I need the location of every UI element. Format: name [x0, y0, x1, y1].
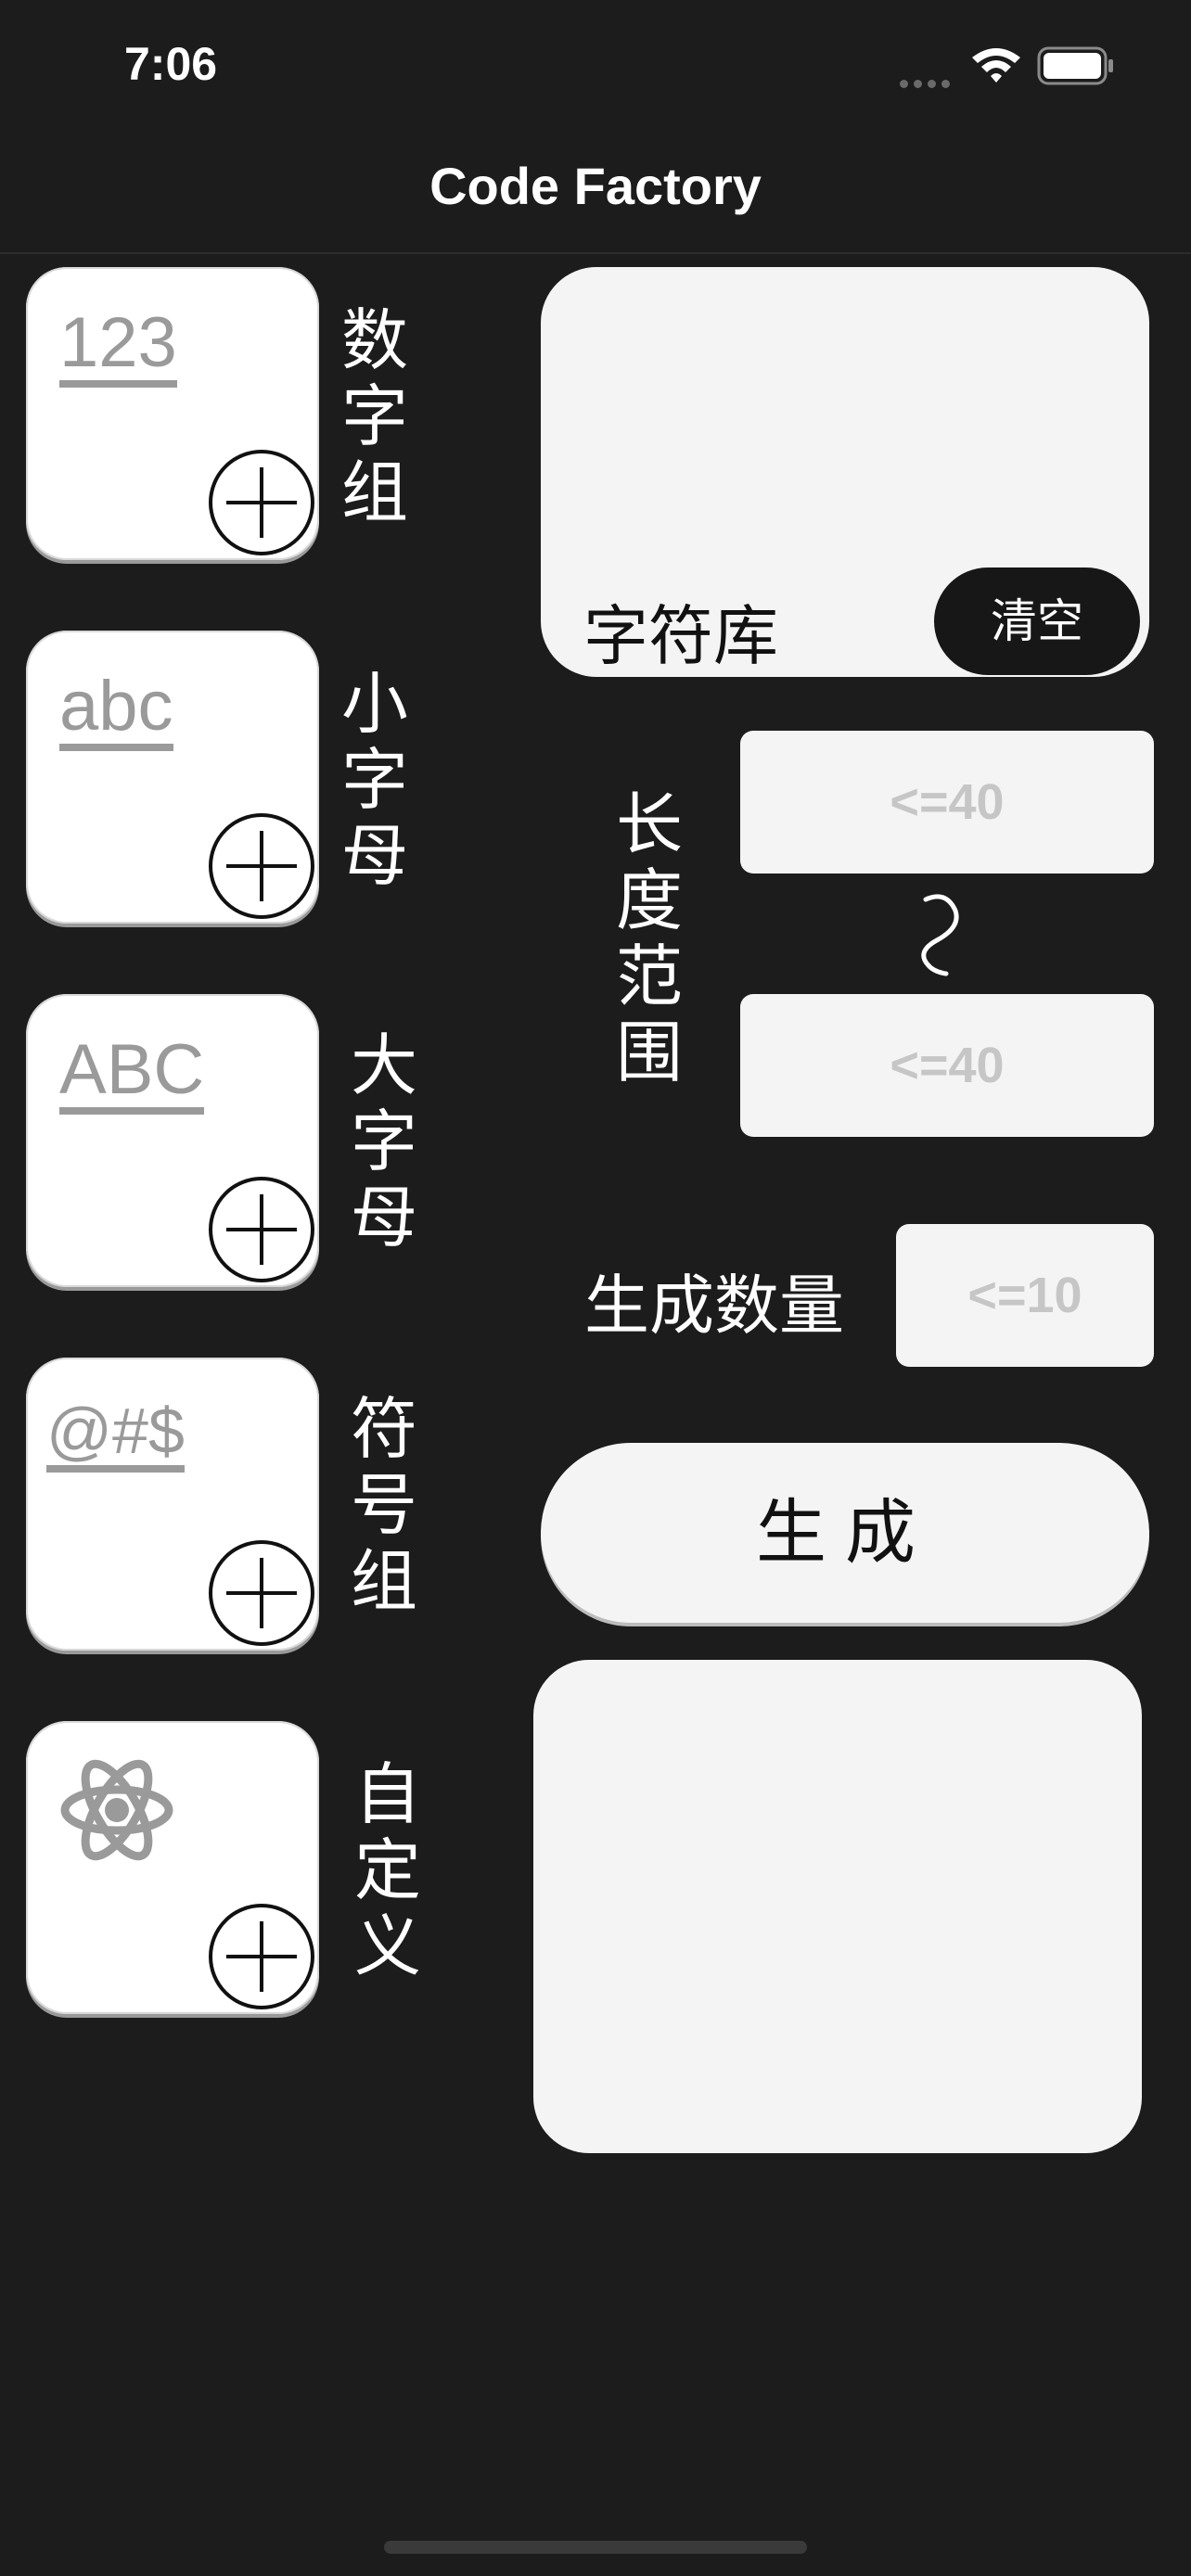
digits-glyph: 123 — [59, 308, 177, 388]
count-label: 生成数量 — [584, 1268, 844, 1344]
tile-label-uppercase: 大字母 — [350, 1027, 417, 1256]
tile-lowercase[interactable]: abc — [26, 631, 319, 924]
length-range-label: 长度范围 — [615, 785, 683, 1091]
uppercase-glyph: ABC — [59, 1035, 205, 1115]
charset-label: 字符库 — [583, 598, 778, 674]
status-time: 7:06 — [124, 38, 218, 90]
generate-button[interactable]: 生成 — [541, 1443, 1149, 1623]
charset-box: 字符库 清空 — [541, 267, 1149, 677]
nav-divider — [0, 252, 1191, 254]
cellular-signal-icon — [900, 74, 955, 92]
clear-button[interactable]: 清空 — [934, 567, 1140, 675]
length-min-input[interactable] — [740, 731, 1154, 874]
symbols-glyph: @#$ — [46, 1398, 185, 1473]
add-icon[interactable] — [208, 812, 315, 920]
range-tilde-icon — [921, 894, 959, 976]
page-title: Code Factory — [429, 157, 762, 215]
result-box[interactable] — [533, 1660, 1142, 2153]
length-max-input[interactable] — [740, 994, 1154, 1137]
tile-custom[interactable] — [26, 1721, 319, 2014]
lowercase-glyph: abc — [59, 671, 173, 751]
battery-icon — [1037, 46, 1113, 85]
wifi-icon — [972, 48, 1020, 83]
tile-label-lowercase: 小字母 — [340, 665, 408, 895]
add-icon[interactable] — [208, 1176, 315, 1283]
tile-label-digits: 数字组 — [340, 301, 408, 531]
atom-icon — [60, 1759, 173, 1861]
count-input[interactable] — [896, 1224, 1154, 1367]
tile-label-custom: 自定义 — [353, 1755, 421, 1985]
add-icon[interactable] — [208, 1903, 315, 2010]
add-icon[interactable] — [208, 1539, 315, 1647]
add-icon[interactable] — [208, 449, 315, 556]
tile-symbols[interactable]: @#$ — [26, 1358, 319, 1651]
tile-uppercase[interactable]: ABC — [26, 994, 319, 1287]
tile-digits[interactable]: 123 — [26, 267, 319, 560]
tile-label-symbols: 符号组 — [350, 1390, 417, 1620]
home-indicator — [384, 2541, 807, 2554]
